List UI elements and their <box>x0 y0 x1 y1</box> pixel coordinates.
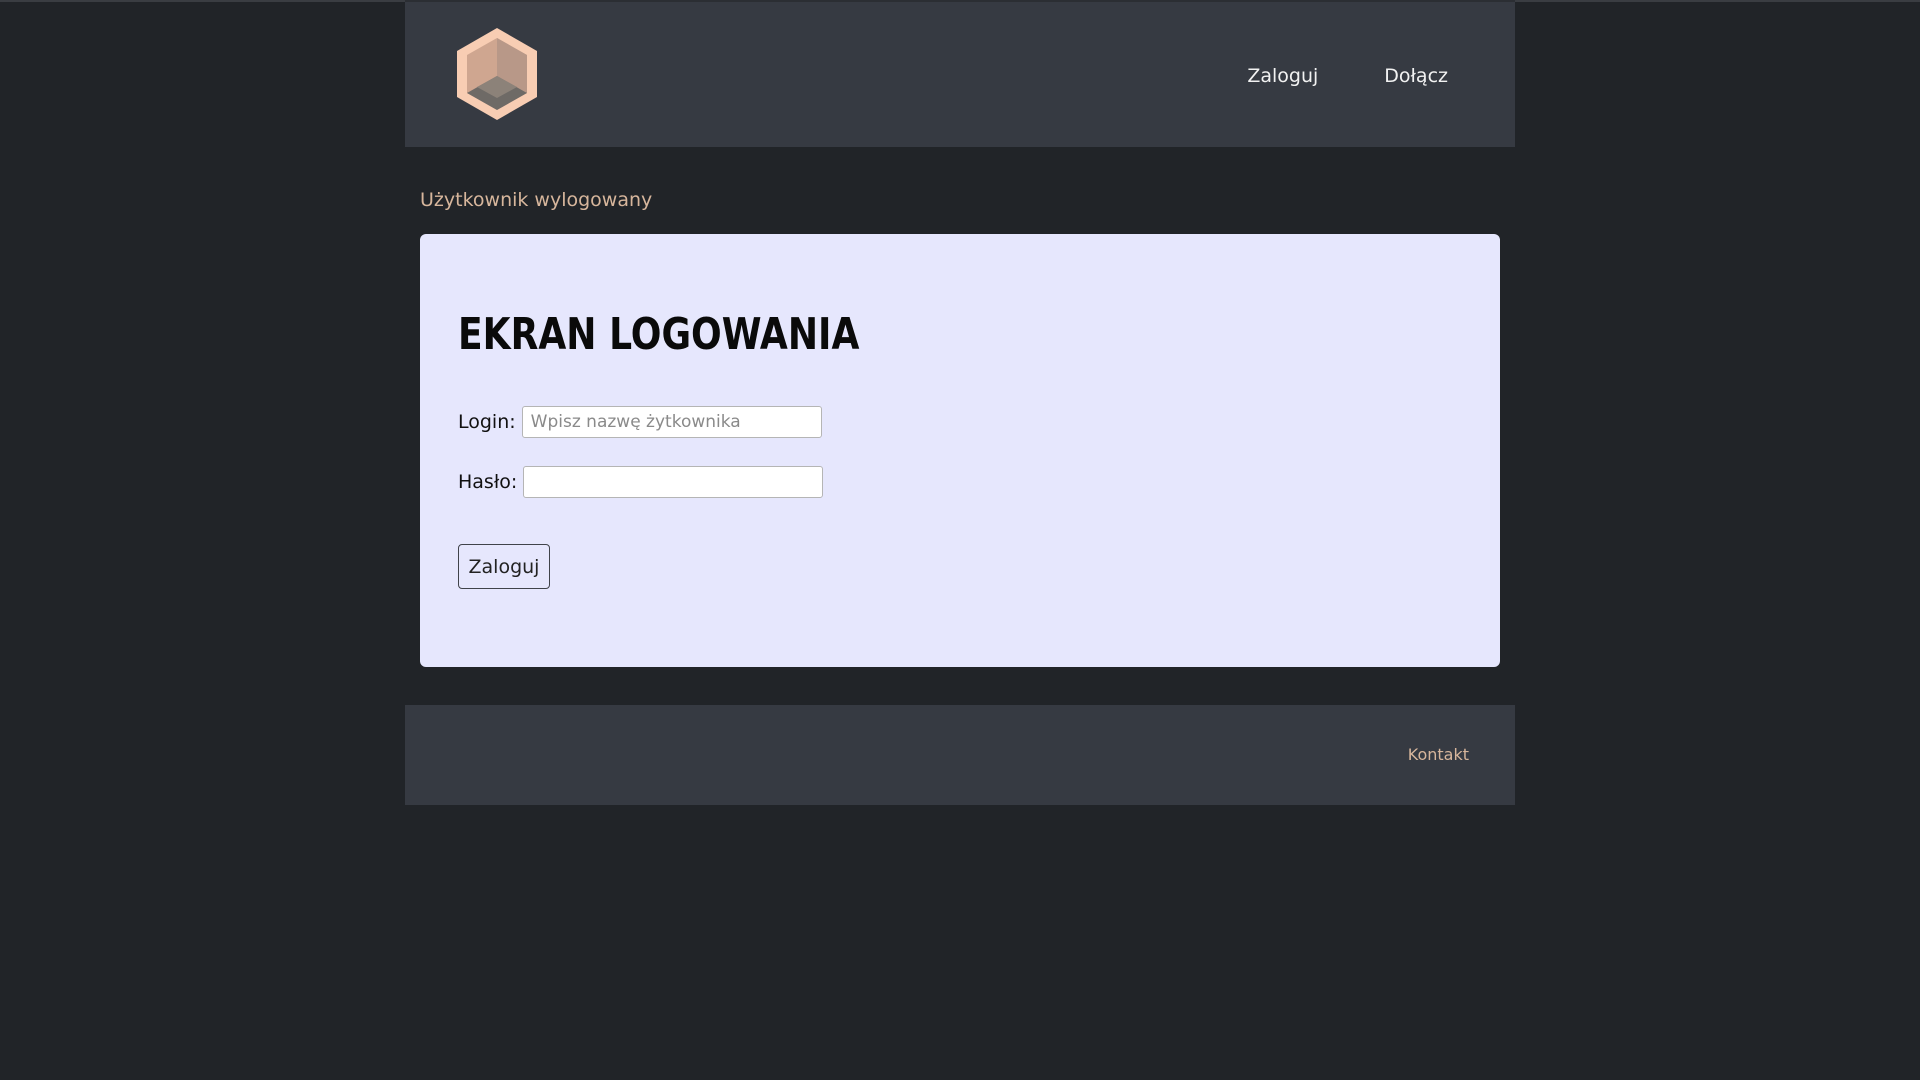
site-header: Zaloguj Dołącz <box>405 0 1515 147</box>
login-input[interactable] <box>521 406 822 438</box>
site-footer: Kontakt <box>405 705 1515 805</box>
contact-link[interactable]: Kontakt <box>1408 745 1469 764</box>
hexagon-cube-logo-icon[interactable] <box>455 26 539 122</box>
login-submit-button[interactable]: Zaloguj <box>458 544 550 589</box>
login-label: Login: <box>458 411 516 433</box>
login-row: Login: <box>458 406 822 438</box>
login-card: EKRAN LOGOWANIA Login: Hasło: Zaloguj <box>420 234 1500 667</box>
page-container: Zaloguj Dołącz Użytkownik wylogowany EKR… <box>405 0 1515 805</box>
password-input[interactable] <box>523 466 824 498</box>
nav-login-link[interactable]: Zaloguj <box>1247 65 1318 87</box>
nav-join-link[interactable]: Dołącz <box>1384 65 1448 87</box>
password-label: Hasło: <box>458 471 518 493</box>
main-nav: Zaloguj Dołącz <box>1247 2 1448 149</box>
page-title: EKRAN LOGOWANIA <box>458 309 860 360</box>
password-row: Hasło: <box>458 466 824 498</box>
logout-status-text: Użytkownik wylogowany <box>420 189 653 211</box>
